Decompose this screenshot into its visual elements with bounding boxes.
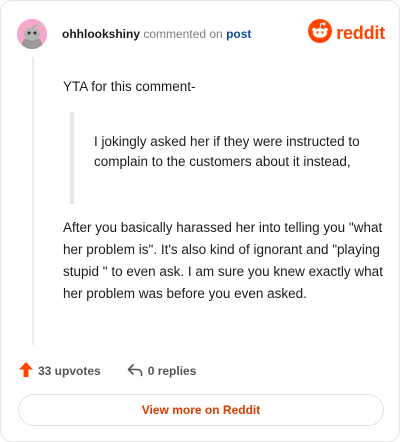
upvote-count: 33 upvotes bbox=[38, 364, 101, 378]
replies-button[interactable]: 0 replies bbox=[127, 363, 197, 380]
post-link[interactable]: post bbox=[226, 27, 251, 41]
comment-intro: YTA for this comment- bbox=[63, 79, 196, 94]
thread-line bbox=[32, 57, 34, 345]
reply-arrow-icon bbox=[127, 363, 143, 380]
comment-header: ohhlookshiny commented on post reddit bbox=[17, 18, 385, 50]
reddit-wordmark: reddit bbox=[336, 23, 385, 43]
comment-meta: ohhlookshiny commented on post bbox=[62, 26, 251, 42]
reddit-logo-icon bbox=[308, 19, 333, 48]
quote-text: I jokingly asked her if they were instru… bbox=[94, 134, 360, 169]
comment-paragraph: After you basically harassed her into te… bbox=[63, 220, 383, 301]
blockquote: I jokingly asked her if they were instru… bbox=[70, 112, 370, 204]
comment-actions: 33 upvotes 0 replies bbox=[19, 361, 196, 381]
upvote-button[interactable]: 33 upvotes bbox=[19, 362, 101, 380]
snoo-avatar-icon[interactable] bbox=[17, 19, 47, 49]
reply-count: 0 replies bbox=[147, 364, 197, 378]
reddit-logo[interactable]: reddit bbox=[308, 19, 385, 48]
action-text: commented on bbox=[143, 27, 223, 41]
username-link[interactable]: ohhlookshiny bbox=[62, 27, 140, 41]
view-more-button[interactable]: View more on Reddit bbox=[18, 394, 384, 426]
comment-embed-card: ohhlookshiny commented on post reddit YT… bbox=[0, 0, 400, 442]
upvote-arrow-icon bbox=[19, 362, 33, 380]
